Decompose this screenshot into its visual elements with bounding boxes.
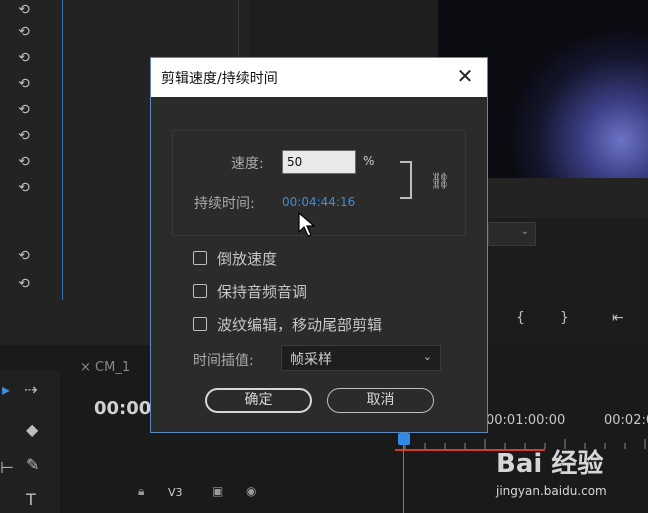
checkbox-label: 波纹编辑，移动尾部剪辑 — [217, 316, 383, 334]
selection-tool-icon[interactable]: ▸ — [2, 380, 10, 399]
chevron-down-icon: ⌄ — [520, 226, 529, 237]
reset-icon[interactable]: ⟲ — [14, 274, 34, 294]
lock-icon[interactable]: 🔒︎ — [138, 484, 144, 499]
checkbox-box[interactable] — [193, 317, 207, 331]
mouse-cursor-icon — [298, 212, 316, 237]
reset-icon[interactable]: ⟲ — [14, 100, 34, 120]
cancel-button[interactable]: 取消 — [327, 388, 434, 413]
razor-tool-icon[interactable]: ◆ — [26, 420, 38, 439]
reset-icon[interactable]: ⟲ — [14, 152, 34, 172]
close-icon[interactable]: ✕ — [453, 64, 477, 88]
mark-in-icon[interactable]: { — [516, 310, 525, 326]
sequence-timecode[interactable]: 00:00 — [94, 398, 151, 419]
reset-icon[interactable]: ⟲ — [14, 74, 34, 94]
speed-duration-group — [172, 130, 466, 236]
checkbox-box[interactable] — [193, 284, 207, 298]
watermark-logo: Bai 经验 — [496, 449, 604, 479]
time-interpolation-label: 时间插值: — [193, 353, 254, 369]
chevron-down-icon: ⌄ — [422, 350, 432, 363]
type-tool-icon[interactable]: T — [26, 490, 36, 509]
watermark-url: jingyan.baidu.com — [496, 484, 607, 498]
playhead-line — [403, 445, 404, 513]
ruler-timecode: 00:01:00:00 — [486, 413, 566, 428]
ruler-timecode: 00:02:0 — [604, 413, 648, 428]
pen-tool-icon[interactable]: ✎ — [26, 455, 39, 474]
sequence-tab[interactable]: × CM_1 — [80, 360, 130, 375]
reset-icon[interactable]: ⟲ — [14, 178, 34, 198]
playhead-handle[interactable] — [398, 433, 410, 445]
checkbox-box[interactable] — [193, 251, 207, 265]
reset-icon[interactable]: ⟲ — [14, 22, 34, 42]
checkbox-label: 倒放速度 — [217, 250, 278, 268]
interpolation-value: 帧采样 — [290, 352, 332, 368]
reset-icon[interactable]: ⟲ — [14, 126, 34, 146]
track-label[interactable]: V3 — [168, 486, 183, 499]
clip-speed-duration-dialog: 剪辑速度/持续时间 ✕ 速度: % 持续时间: 00:04:44:16 ⛓ 倒放… — [150, 57, 488, 433]
speed-input[interactable] — [282, 150, 356, 174]
link-bracket — [400, 161, 412, 199]
dialog-titlebar[interactable]: 剪辑速度/持续时间 ✕ — [151, 58, 487, 97]
reset-icon[interactable]: ⟲ — [14, 48, 34, 68]
track-select-icon[interactable]: ⇢ — [24, 380, 37, 399]
sync-lock-icon[interactable]: ▣ — [212, 484, 223, 498]
sequence-tab-label: CM_1 — [95, 360, 131, 375]
reset-icon[interactable]: ⟲ — [14, 246, 34, 266]
playhead-line-left — [62, 0, 63, 300]
mark-out-icon[interactable]: } — [560, 310, 569, 326]
checkbox-label: 保持音频音调 — [217, 283, 308, 301]
go-to-in-icon[interactable]: ⇤ — [612, 310, 624, 326]
ok-button[interactable]: 确定 — [205, 388, 312, 413]
monitor-quality-dropdown[interactable]: ⌄ — [488, 222, 536, 246]
chain-link-icon[interactable]: ⛓ — [430, 171, 450, 190]
speed-label: 速度: — [231, 156, 264, 172]
video-frame-glow — [482, 14, 648, 178]
duration-value[interactable]: 00:04:44:16 — [282, 195, 355, 209]
reset-icon[interactable]: ⟲ — [14, 0, 34, 20]
time-interpolation-select[interactable]: 帧采样 ⌄ — [281, 345, 441, 371]
slip-tool-icon[interactable]: ⊢ — [0, 458, 14, 477]
eye-icon[interactable]: ◉ — [246, 484, 256, 498]
speed-unit: % — [363, 154, 375, 168]
dialog-title: 剪辑速度/持续时间 — [161, 71, 278, 87]
duration-label: 持续时间: — [194, 196, 255, 212]
